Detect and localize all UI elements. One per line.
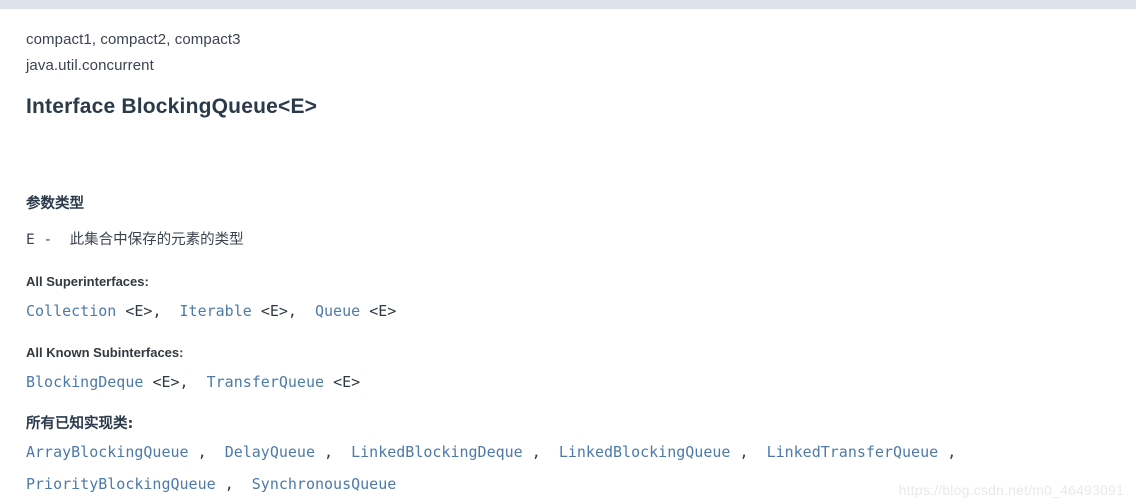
superinterfaces-heading: All Superinterfaces: [26, 274, 149, 290]
generic-iterable: <E> [260, 302, 288, 321]
subinterfaces-section: All Known Subinterfaces: BlockingDeque <… [26, 343, 1136, 397]
type-parameter-name: E [26, 232, 35, 249]
sep-linkedblockingdeque: , [531, 443, 541, 462]
link-arrayblockingqueue[interactable]: ArrayBlockingQueue [26, 443, 189, 461]
subinterfaces-list: BlockingDeque <E>, TransferQueue <E> [26, 367, 1136, 397]
superinterfaces-section: All Superinterfaces: Collection <E>, Ite… [26, 272, 1136, 326]
link-queue[interactable]: Queue [315, 302, 360, 320]
link-linkedblockingqueue[interactable]: LinkedBlockingQueue [559, 443, 731, 461]
sep-linkedtransferqueue: , [947, 443, 957, 462]
link-delayqueue[interactable]: DelayQueue [225, 443, 315, 461]
sep-blockingdeque: , [179, 373, 189, 392]
subinterfaces-heading: All Known Subinterfaces: [26, 345, 184, 361]
link-linkedtransferqueue[interactable]: LinkedTransferQueue [767, 443, 939, 461]
superinterfaces-list: Collection <E>, Iterable <E>, Queue <E> [26, 296, 1136, 326]
compact-profiles-line: compact1, compact2, compact3 [26, 31, 241, 48]
page-title: Interface BlockingQueue<E> [26, 95, 318, 118]
generic-collection: <E> [125, 302, 153, 321]
implementing-classes-row: ArrayBlockingQueue , DelayQueue , Linked… [26, 438, 1136, 467]
type-parameter-entry: E - 此集合中保存的元素的类型 [26, 228, 1136, 252]
generic-transferqueue: <E> [333, 373, 361, 392]
document-content: compact1, compact2, compact3 java.util.c… [0, 9, 1136, 499]
type-parameter-description: 此集合中保存的元素的类型 [69, 232, 244, 249]
sep-linkedblockingqueue: , [739, 443, 749, 462]
link-collection[interactable]: Collection [26, 302, 116, 320]
watermark: https://blog.csdn.net/m0_46493091 [898, 482, 1124, 498]
type-parameters-section: 参数类型 E - 此集合中保存的元素的类型 [26, 193, 1136, 252]
package-name-line: java.util.concurrent [26, 57, 154, 74]
sep-iterable: , [287, 302, 297, 321]
sep-delayqueue: , [324, 443, 334, 462]
link-linkedblockingdeque[interactable]: LinkedBlockingDeque [351, 443, 523, 461]
link-transferqueue[interactable]: TransferQueue [207, 373, 324, 391]
implementing-classes-heading: 所有已知实现类: [26, 416, 134, 433]
top-accent-bar [0, 0, 1136, 9]
type-parameter-dash: - [43, 232, 53, 249]
link-priorityblockingqueue[interactable]: PriorityBlockingQueue [26, 475, 216, 493]
link-blockingdeque[interactable]: BlockingDeque [26, 373, 143, 391]
sep-priorityblockingqueue: , [224, 475, 234, 494]
link-iterable[interactable]: Iterable [180, 302, 252, 320]
vertical-spacer [26, 133, 1136, 193]
link-synchronousqueue[interactable]: SynchronousQueue [252, 475, 397, 493]
sep-arrayblockingqueue: , [197, 443, 207, 462]
type-parameters-heading: 参数类型 [26, 196, 84, 213]
generic-blockingdeque: <E> [152, 373, 180, 392]
generic-queue: <E> [369, 302, 397, 321]
